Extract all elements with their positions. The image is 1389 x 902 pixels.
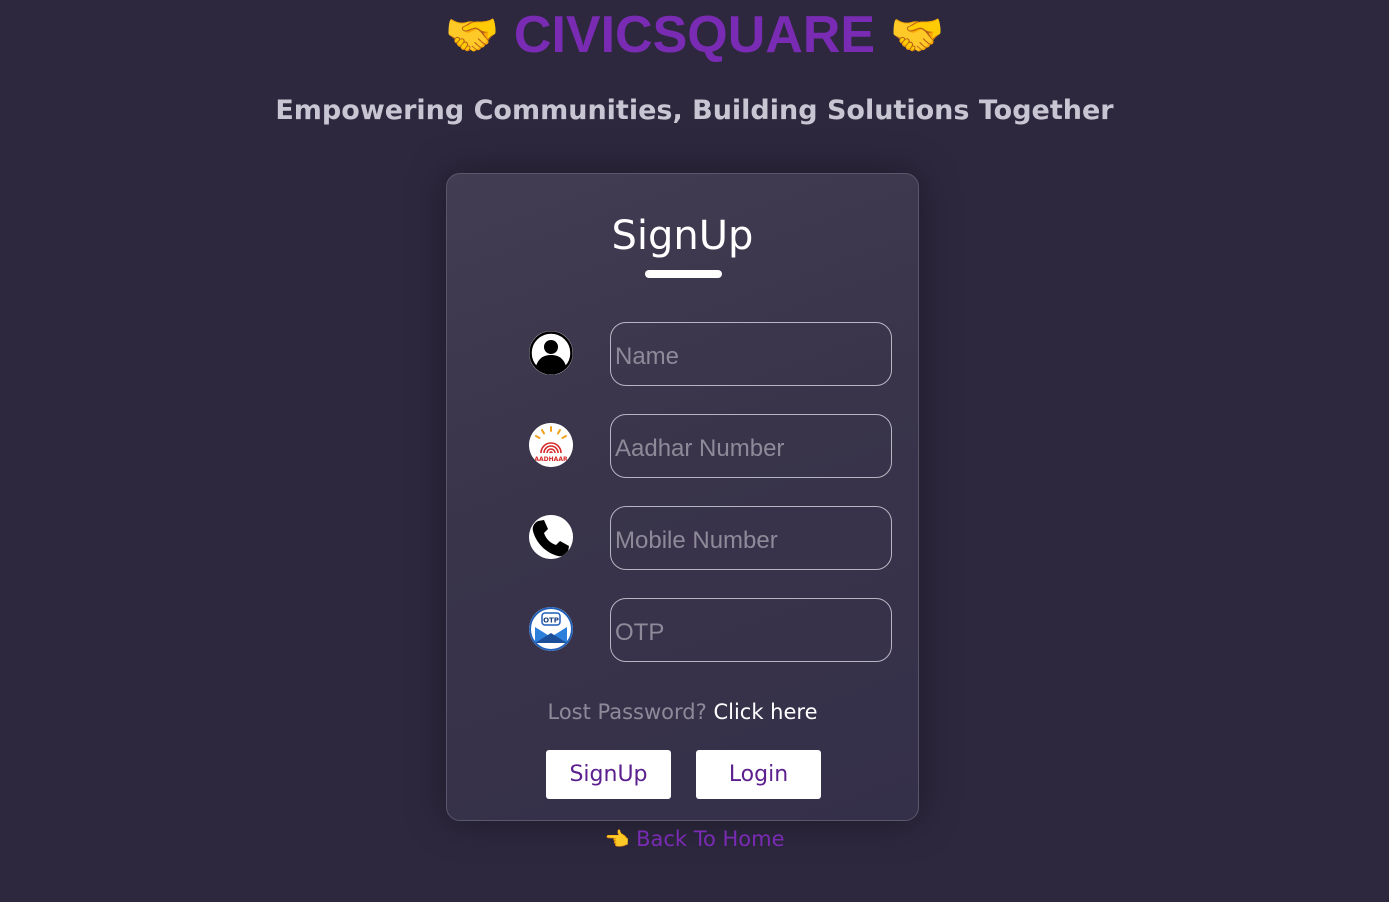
lost-password-label: Lost Password?: [547, 700, 707, 724]
aadhaar-logo-text: AADHAAR: [534, 456, 568, 463]
handshake-icon-right: 🤝: [889, 10, 945, 61]
form-title: SignUp: [611, 213, 754, 259]
back-to-home-link[interactable]: 👈 Back To Home: [0, 824, 1389, 854]
signup-button[interactable]: SignUp: [546, 750, 671, 799]
tagline: Empowering Communities, Building Solutio…: [275, 95, 1114, 126]
phone-icon: [529, 515, 573, 559]
back-to-home-label: Back To Home: [636, 827, 785, 851]
otp-mail-icon: OTP: [529, 607, 573, 651]
mobile-number-input[interactable]: [610, 506, 892, 570]
brand-name: CIVICSQUARE: [513, 6, 876, 64]
handshake-icon-left: 🤝: [444, 10, 500, 61]
pointing-hand-icon: 👈: [604, 827, 630, 851]
lost-password-row: Lost Password? Click here: [446, 697, 919, 727]
signup-page: 🤝 CIVICSQUARE 🤝 Empowering Communities, …: [0, 0, 1389, 902]
name-input[interactable]: [610, 322, 892, 386]
aadhaar-icon: AADHAAR: [529, 423, 573, 467]
otp-logo-text: OTP: [543, 617, 559, 625]
title-underline: [645, 270, 722, 278]
otp-input[interactable]: [610, 598, 892, 662]
user-icon: [529, 331, 573, 375]
brand-header: 🤝 CIVICSQUARE 🤝: [0, 6, 1389, 65]
login-button[interactable]: Login: [696, 750, 821, 799]
click-here-link[interactable]: Click here: [713, 700, 817, 724]
aadhar-number-input[interactable]: [610, 414, 892, 478]
